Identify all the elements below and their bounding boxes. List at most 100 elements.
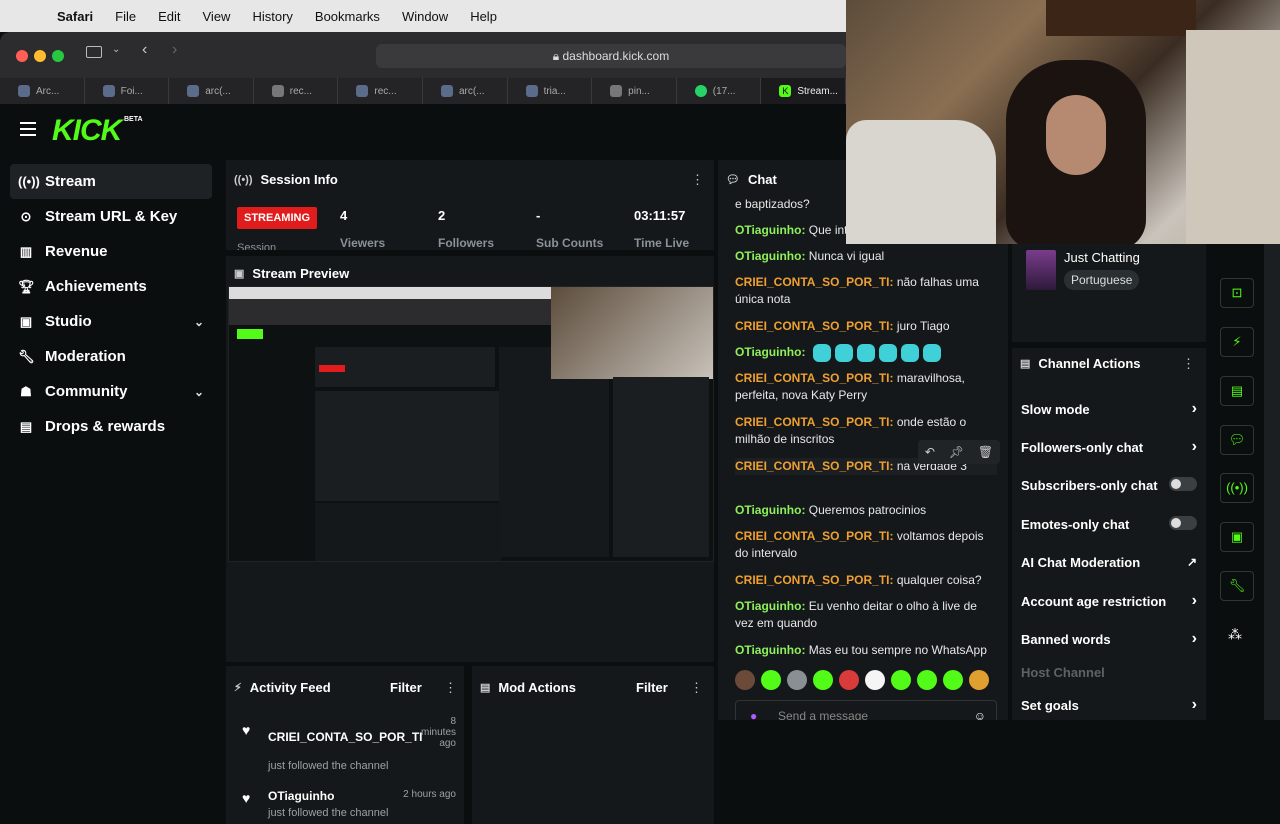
sidebar-item-stream-url-key[interactable]: ⊙ Stream URL & Key (10, 199, 212, 234)
chat-user[interactable]: CRIEI_CONTA_SO_POR_TI (735, 371, 889, 385)
hamburger-menu-icon[interactable] (20, 122, 36, 136)
chat-message[interactable]: CRIEI_CONTA_SO_POR_TI: juro Tiago (735, 318, 997, 335)
chat-user[interactable]: OTiaguinho (735, 643, 801, 657)
emotes-only-toggle[interactable] (1169, 516, 1197, 530)
emote-icon[interactable] (865, 670, 885, 690)
emote-icon[interactable] (761, 670, 781, 690)
chat-icon[interactable]: 💬︎ (1220, 425, 1254, 455)
sidebar-item-moderation[interactable]: 🔧︎ Moderation (10, 339, 212, 374)
chat-user[interactable]: CRIEI_CONTA_SO_POR_TI (735, 319, 889, 333)
emote-icon[interactable] (839, 670, 859, 690)
delete-icon[interactable]: 🗑︎ (978, 445, 993, 459)
chat-input[interactable]: ● Send a message ☺ (735, 700, 997, 720)
menu-bookmarks[interactable]: Bookmarks (304, 9, 391, 24)
browser-tab[interactable]: (17... (677, 78, 762, 104)
more-options-icon[interactable]: ⋮ (690, 680, 703, 696)
chevron-down-icon[interactable]: ⌄ (112, 44, 120, 55)
subscribers-only-toggle[interactable] (1169, 477, 1197, 491)
chat-user[interactable]: OTiaguinho (735, 503, 801, 517)
chat-message[interactable]: CRIEI_CONTA_SO_POR_TI: qualquer coisa? (735, 572, 997, 589)
address-bar[interactable]: 🔒︎ dashboard.kick.com (376, 44, 846, 68)
emoji-icon[interactable]: ☺ (974, 701, 986, 720)
browser-tab[interactable]: rec... (254, 78, 339, 104)
forward-icon[interactable]: › (172, 41, 177, 59)
chat-user[interactable]: OTiaguinho (735, 249, 801, 263)
back-icon[interactable]: ‹ (142, 41, 147, 59)
emote-icon[interactable] (813, 670, 833, 690)
sidebar-item-revenue[interactable]: ▥ Revenue (10, 234, 212, 269)
chat-user[interactable]: CRIEI_CONTA_SO_POR_TI (735, 529, 889, 543)
kick-logo[interactable]: KICK (52, 114, 122, 148)
menu-safari[interactable]: Safari (46, 9, 104, 24)
menu-history[interactable]: History (241, 9, 303, 24)
chat-user[interactable]: CRIEI_CONTA_SO_POR_TI (735, 459, 889, 473)
sidebar-item-stream[interactable]: ((•)) Stream (10, 164, 212, 199)
sidebar-item-drops-rewards[interactable]: ▤ Drops & rewards (10, 409, 212, 444)
sidebar-item-studio[interactable]: ▣ Studio ⌄ (10, 304, 212, 339)
chat-message[interactable]: CRIEI_CONTA_SO_POR_TI: não falhas uma ún… (735, 274, 997, 308)
stream-preview-video[interactable] (228, 286, 714, 562)
zoom-window-button[interactable] (52, 50, 64, 62)
category-thumbnail[interactable] (1026, 250, 1056, 290)
menu-file[interactable]: File (104, 9, 147, 24)
chat-message[interactable]: OTiaguinho: Eu venho deitar o olho à liv… (735, 598, 997, 632)
filter-button[interactable]: Filter (636, 680, 668, 695)
browser-tab-active[interactable]: K Stream... (761, 78, 846, 104)
sidebar-toggle-icon[interactable] (86, 46, 102, 58)
doc-icon[interactable]: ▤ (1220, 376, 1254, 406)
menu-edit[interactable]: Edit (147, 9, 191, 24)
category-name[interactable]: Just Chatting (1064, 250, 1140, 265)
browser-tab[interactable]: Foi... (85, 78, 170, 104)
emote-icon[interactable] (943, 670, 963, 690)
browser-tab[interactable]: rec... (338, 78, 423, 104)
ai-moderation-item[interactable]: AI Chat Moderation ↗ (1021, 555, 1197, 570)
chat-user[interactable]: CRIEI_CONTA_SO_POR_TI (735, 275, 889, 289)
feed-user[interactable]: OTiaguinho (268, 789, 334, 803)
chat-message[interactable]: OTiaguinho: Mas eu tou sempre no WhatsAp… (735, 642, 997, 659)
chat-message[interactable]: OTiaguinho: Nunca vi igual (735, 248, 997, 265)
slow-mode-item[interactable]: Slow mode › (1021, 400, 1197, 417)
pin-icon[interactable]: 📌︎ (949, 445, 964, 459)
chevron-down-icon[interactable]: ⌄ (194, 385, 204, 399)
emote-icon[interactable] (891, 670, 911, 690)
emote-icon[interactable] (969, 670, 989, 690)
community-icon[interactable]: ⁂ (1228, 626, 1242, 643)
sidebar-item-achievements[interactable]: 🏆︎ Achievements (10, 269, 212, 304)
account-age-item[interactable]: Account age restriction › (1021, 592, 1197, 609)
more-options-icon[interactable]: ⋮ (691, 172, 704, 188)
broadcast-icon[interactable]: ((•)) (1220, 473, 1254, 503)
emote-icon[interactable] (735, 670, 755, 690)
set-goals-item[interactable]: Set goals › (1021, 696, 1197, 713)
minimize-window-button[interactable] (34, 50, 46, 62)
reply-icon[interactable]: ↶ (925, 445, 935, 459)
browser-tab[interactable]: arc(... (169, 78, 254, 104)
bolt-icon[interactable]: ⚡︎ (1220, 327, 1254, 357)
chat-message[interactable]: CRIEI_CONTA_SO_POR_TI: maravilhosa, perf… (735, 370, 997, 404)
browser-tab[interactable]: tria... (508, 78, 593, 104)
banned-words-item[interactable]: Banned words › (1021, 630, 1197, 647)
wrench-icon[interactable]: 🔧︎ (1220, 571, 1254, 601)
emote-icon[interactable] (917, 670, 937, 690)
chat-user[interactable]: OTiaguinho (735, 599, 801, 613)
chat-message[interactable]: OTiaguinho: (735, 344, 997, 362)
browser-tab[interactable]: arc(... (423, 78, 508, 104)
chat-user[interactable]: OTiaguinho (735, 345, 801, 359)
chat-user[interactable]: CRIEI_CONTA_SO_POR_TI (735, 573, 889, 587)
close-window-button[interactable] (16, 50, 28, 62)
browser-tab[interactable]: Arc... (0, 78, 85, 104)
more-options-icon[interactable]: ⋮ (1182, 356, 1195, 372)
chevron-down-icon[interactable]: ⌄ (194, 315, 204, 329)
followers-only-item[interactable]: Followers-only chat › (1021, 438, 1197, 455)
more-options-icon[interactable]: ⋮ (444, 680, 457, 696)
chat-user[interactable]: OTiaguinho (735, 223, 801, 237)
screenshot-icon[interactable]: ⊡ (1220, 278, 1254, 308)
chat-user[interactable]: CRIEI_CONTA_SO_POR_TI (735, 415, 889, 429)
mic-icon[interactable]: ● (750, 701, 757, 720)
feed-user[interactable]: CRIEI_CONTA_SO_POR_TI (268, 730, 422, 744)
sidebar-item-community[interactable]: ☗ Community ⌄ (10, 374, 212, 409)
menu-help[interactable]: Help (459, 9, 508, 24)
chat-message[interactable]: OTiaguinho: Queremos patrocinios (735, 502, 997, 519)
channel-icon[interactable]: ▣ (1220, 522, 1254, 552)
filter-button[interactable]: Filter (390, 680, 422, 695)
browser-tab[interactable]: pin... (592, 78, 677, 104)
